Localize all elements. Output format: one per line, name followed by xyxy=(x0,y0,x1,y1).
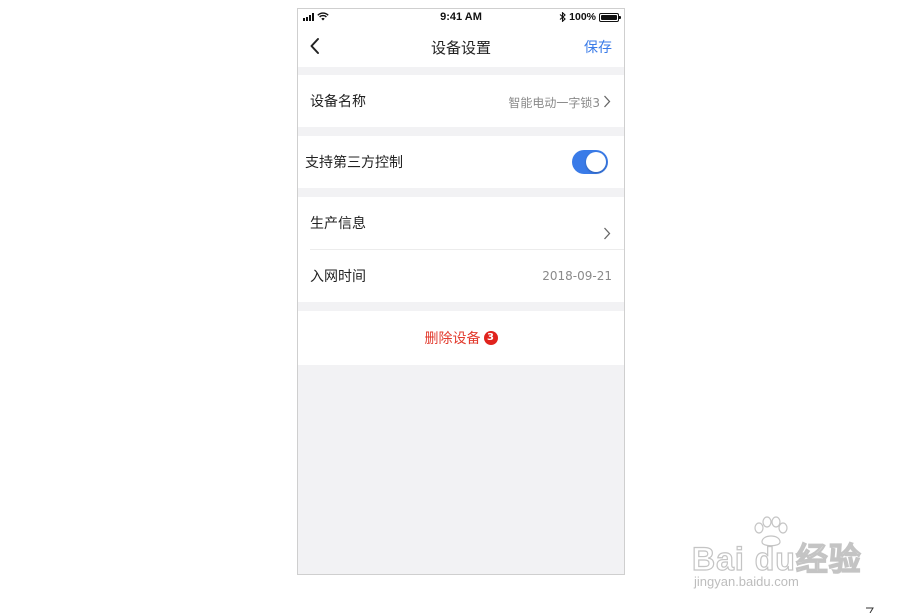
save-button[interactable]: 保存 xyxy=(584,37,612,57)
delete-device-label: 删除设备 xyxy=(424,331,481,347)
production-info-row[interactable]: 生产信息 xyxy=(298,197,624,249)
chevron-right-icon xyxy=(604,227,611,240)
third-party-toggle[interactable] xyxy=(572,150,608,174)
device-name-label: 设备名称 xyxy=(310,94,366,110)
battery-percent: 100% xyxy=(569,11,596,23)
nav-bar: 设备设置 保存 xyxy=(298,27,624,67)
network-time-label: 入网时间 xyxy=(310,269,366,285)
network-time-row: 入网时间 2018-09-21 xyxy=(298,249,624,302)
baidu-jingyan-watermark: Bai du经验 jingyan.baidu.com xyxy=(691,512,862,596)
delete-section: 删除设备 3 xyxy=(298,311,624,365)
status-bar: 9:41 AM 100% xyxy=(298,9,624,27)
third-party-row: 支持第三方控制 xyxy=(298,136,624,188)
phone-screen: 9:41 AM 100% 设备设置 保存 设备名称 智能电动一字锁3 支持第三方… xyxy=(297,8,625,575)
step-badge: 3 xyxy=(483,331,498,345)
delete-device-button[interactable]: 删除设备 3 xyxy=(298,328,624,348)
third-party-section: 支持第三方控制 xyxy=(298,136,624,188)
device-name-value: 智能电动一字锁3 xyxy=(508,96,600,110)
page: 9:41 AM 100% 设备设置 保存 设备名称 智能电动一字锁3 支持第三方… xyxy=(0,0,904,613)
status-right: 100% xyxy=(559,11,621,23)
device-name-row[interactable]: 设备名称 智能电动一字锁3 xyxy=(298,75,624,127)
production-info-label: 生产信息 xyxy=(310,216,366,232)
page-title: 设备设置 xyxy=(430,39,491,57)
chevron-right-icon xyxy=(604,95,611,108)
watermark-url: jingyan.baidu.com xyxy=(694,574,799,589)
device-name-section: 设备名称 智能电动一字锁3 xyxy=(298,75,624,127)
third-party-label: 支持第三方控制 xyxy=(305,155,403,171)
info-section: 生产信息 入网时间 2018-09-21 xyxy=(298,197,624,302)
toggle-knob xyxy=(586,152,606,172)
network-time-value: 2018-09-21 xyxy=(542,269,612,283)
bluetooth-icon xyxy=(559,12,566,22)
battery-icon xyxy=(599,12,621,22)
corner-mark-icon xyxy=(866,607,874,613)
